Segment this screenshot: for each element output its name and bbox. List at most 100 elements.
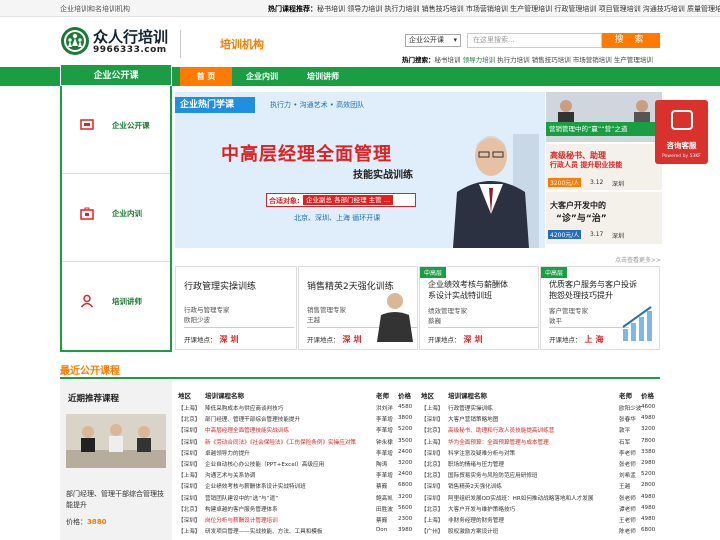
cell-teacher: 鲍高凯: [376, 495, 393, 502]
cell-area: 【北京】: [421, 428, 444, 435]
table-row[interactable]: 【北京】 部门经理、管理干部综合管理技能提升 李革增 3800: [178, 415, 418, 425]
table-row[interactable]: 【深圳】 企业绩效考核与薪酬体系设计实战特训班 蔡巍 6800: [178, 482, 418, 492]
table-row[interactable]: 【北京】 高级秘书、助理和行政人员技能提高训练营 敦平 3200: [421, 426, 661, 436]
cell-area: 【深圳】: [178, 439, 201, 446]
cell-teacher: 李革增: [376, 428, 393, 435]
table-row[interactable]: 【深圳】 阿里组织发展OD实战班：HR如何推动战略落地和人才发展 张老师 4980: [421, 494, 661, 504]
cell-course: 大客户开发与维护策略技巧: [448, 506, 516, 513]
table-row[interactable]: 【深圳】 卓越领导力的提升 李革增 2400: [178, 449, 418, 459]
cell-price: 3200: [398, 493, 413, 500]
cell-area: 【上海】: [178, 473, 201, 480]
cell-area: 【深圳】: [178, 484, 201, 491]
table-row[interactable]: 【深圳】 营销团队建设中的“选”与“遣” 鲍高凯 3200: [178, 494, 418, 504]
table-row[interactable]: 【深圳】 销售精英2天强化训练 王越 2800: [421, 482, 661, 492]
cell-area: 【上海】: [178, 529, 201, 536]
cell-price: 3500: [398, 437, 413, 444]
cell-course: 职场的情绪与压力管理: [448, 462, 504, 468]
cell-course: 中高层经理全面管理技能实战训练: [205, 428, 289, 435]
cell-area: 【北京】: [421, 473, 444, 480]
table-row[interactable]: 【深圳】 企业自动核心办公技能（PPT+Excel）高级应用 陶涛 3200: [178, 460, 418, 470]
cell-teacher: 洪刘洋: [376, 406, 393, 412]
search-input[interactable]: 在这里搜索...: [467, 33, 602, 48]
table-row[interactable]: 【深圳】 新《劳动合同法》《社会保险法》《工伤保险条例》实操应对策 钟永棣 3500: [178, 438, 418, 448]
cell-teacher: 张老师: [619, 462, 636, 468]
monitor-icon: [80, 119, 94, 130]
sidebar-item-inhouse[interactable]: 企业内训: [62, 174, 170, 262]
card-title: 企业绩效考核与薪酬体: [428, 280, 508, 289]
online-service-button[interactable]: 咨询客服 Powered by 53KF: [655, 100, 708, 164]
hero-banner[interactable]: 企业热门学课 执行力 • 沟通艺术 • 高效团队 中高层经理全面管理 技能实战训…: [175, 92, 545, 248]
table-row[interactable]: 【深圳】 科学注意及疑难分析与对策 李老师 3380: [421, 449, 661, 459]
nav-inhouse-training[interactable]: 企业内训: [246, 71, 278, 82]
cell-teacher: 李革增: [376, 473, 393, 480]
sidebar-item-label: 培训讲师: [112, 297, 142, 306]
sidebar-item-trainers[interactable]: 培训讲师: [62, 262, 170, 350]
course-card[interactable]: 行政管理实操训练 行政与管理专家 欧阳少波 开课地点： 深圳: [175, 266, 297, 350]
logo-url: 9966333.com: [93, 45, 167, 55]
table-row[interactable]: 【上海】 研发项目管理——实战技能、方法、工具和模板 Don 3980: [178, 527, 418, 537]
cell-area: 【深圳】: [421, 484, 444, 491]
sidebar-item-public-courses[interactable]: 企业公开课: [62, 86, 170, 174]
cell-course: 国际贸易实务与风险防范应用研修班: [448, 473, 538, 480]
table-row[interactable]: 【深圳】 岗位分析与薪酬设计管理培训 蔡巍 2300: [178, 516, 418, 526]
hot-course-links[interactable]: 热门课程推荐：秘书培训 领导力培训 执行力培训 销售技巧培训 市场营销培训 生产…: [268, 4, 720, 14]
category-title: 培训机构: [220, 38, 264, 51]
banner-title: 中高层经理全面管理: [221, 144, 392, 165]
course-card[interactable]: 销售精英2天强化训练 销售管理专家 王越 开课地点： 深圳: [298, 266, 418, 350]
site-logo[interactable]: 众人行培训 9966333.com: [60, 24, 170, 64]
table-row[interactable]: 【北京】 构建卓越的客户服务管理体系 田胜波 5600: [178, 505, 418, 515]
banner-target: 合适对象: 企业副总 各部门经理 主管 …: [266, 193, 416, 207]
more-link[interactable]: 点击查看更多>>: [615, 255, 661, 264]
cell-area: 【广州】: [421, 529, 444, 536]
cell-area: 【上海】: [421, 518, 444, 524]
table-row[interactable]: 【上海】 华为全面预算：全面预算管理与成本管理 石军 7800: [421, 438, 661, 448]
cell-area: 【深圳】: [421, 495, 444, 502]
chat-bubble-icon: [671, 110, 693, 130]
course-card[interactable]: 中高层 优质客户服务与客户投诉 抱怨处理技巧提升 客户管理专家 敦平 开课地点：…: [540, 266, 660, 350]
cell-course: 阿里组织发展OD实战班：HR如何推动战略落地和人才发展: [448, 495, 594, 502]
search-button[interactable]: 搜 索: [602, 33, 660, 48]
site-tagline: 企业培训和名培训机构: [60, 5, 130, 13]
cell-price: 6800: [641, 527, 656, 534]
cell-teacher: 李老师: [619, 450, 636, 457]
table-row[interactable]: 【上海】 行政管理实操训练 欧阳少波 4600: [421, 404, 661, 414]
table-row[interactable]: 【深圳】 中高层经理全面管理技能实战训练 李革增 5200: [178, 426, 418, 436]
table-row[interactable]: 【北京】 职场的情绪与压力管理 张老师 2980: [421, 460, 661, 470]
logo-emblem-icon: [61, 27, 89, 55]
nav-trainers[interactable]: 培训讲师: [307, 71, 339, 82]
thumb-secretary[interactable]: 高级秘书、助理 行政人员 提升职业技能 3200元/人 3.12 深圳: [546, 144, 662, 190]
chevron-down-icon: ▾: [453, 36, 457, 44]
cell-course: 高级秘书、助理和行政人员技能提高训练营: [448, 428, 555, 435]
sidebar-item-label: 企业内训: [112, 209, 142, 218]
table-row[interactable]: 【北京】 国际贸易实务与风险防范应用研修班 刘希孟 5200: [421, 471, 661, 481]
cell-teacher: 钟永棣: [376, 439, 393, 446]
cell-area: 【上海】: [421, 406, 444, 412]
search-category-select[interactable]: 企业公开课 ▾: [405, 34, 461, 47]
table-row[interactable]: 【上海】 降低采购成本与供应商谈判技巧 洪刘洋 4580: [178, 404, 418, 414]
businessman-image: [453, 134, 539, 248]
table-row[interactable]: 【上海】 沟通艺术与关系协调 李革增 2400: [178, 471, 418, 481]
table-row[interactable]: 【广州】 股权激励方案设计班 陈老师 6800: [421, 527, 661, 537]
cell-price: 3800: [398, 415, 413, 422]
cell-area: 【北京】: [178, 417, 201, 424]
thumb-marketing[interactable]: 营销管理中的“赢”“营”之道: [546, 92, 662, 142]
thumb-key-account[interactable]: 大客户开发中的 “诊”与“治” 4200元/人 3.17 深圳: [546, 192, 662, 244]
course-card[interactable]: 中高层 企业绩效考核与薪酬体 系设计实战特训班 绩效管理专家 蔡巍 开课地点：深…: [419, 266, 539, 350]
cell-area: 【上海】: [421, 439, 444, 446]
cell-teacher: 张春华: [619, 417, 636, 424]
cell-price: 3980: [398, 527, 413, 534]
hot-search[interactable]: 热门搜索：秘书培训 领导力培训 执行力培训 销售技巧培训 市场营销培训 生产管理…: [402, 54, 653, 64]
cell-teacher: 敦平: [619, 428, 631, 435]
banner-tag: 企业热门学课: [175, 97, 255, 113]
table-row[interactable]: 【北京】 大客户开发与维护策略技巧 谭老师 4980: [421, 505, 661, 515]
card-title: 优质客户服务与客户投诉: [549, 280, 637, 289]
cell-price: 3200: [398, 460, 413, 466]
nav-home[interactable]: 首 页: [180, 67, 232, 86]
table-row[interactable]: 【深圳】 大客户营销策略地图 张春华 4980: [421, 415, 661, 425]
cell-teacher: 王老师: [619, 518, 636, 524]
cell-course: 销售精英2天强化训练: [448, 484, 502, 491]
cell-teacher: 刘希孟: [619, 473, 636, 480]
table-row[interactable]: 【上海】 非财务经理的财务管理 王老师 4980: [421, 516, 661, 526]
cell-area: 【深圳】: [421, 450, 444, 457]
recommended-course[interactable]: 近期推荐课程 部门经理、管理干部综合管理技能提升 价格：3880: [60, 380, 172, 540]
